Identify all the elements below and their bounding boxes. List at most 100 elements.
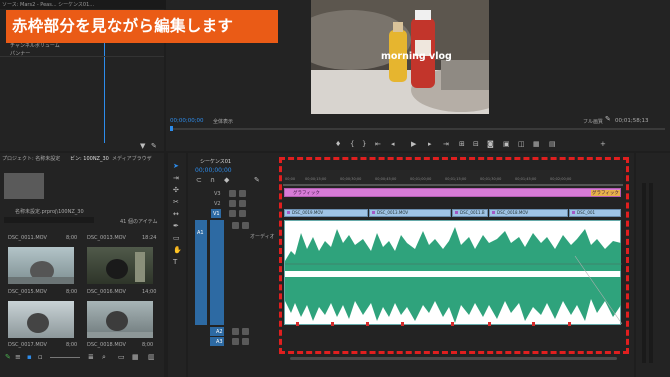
zoom-slider[interactable]: [50, 357, 80, 358]
selection-tool-icon[interactable]: ➤: [173, 163, 179, 170]
add-marker-icon[interactable]: ◆: [224, 177, 229, 184]
list-view-icon[interactable]: ≡: [15, 354, 21, 361]
linked-selection-icon[interactable]: ∩: [210, 177, 215, 184]
tab-bin[interactable]: ビン: 100NZ_30: [70, 155, 109, 162]
marker-icon[interactable]: ♦: [335, 141, 341, 148]
wrench-icon[interactable]: ✎: [151, 143, 157, 150]
search-icon[interactable]: ⌕: [102, 354, 106, 361]
wrench-icon[interactable]: ✎: [254, 177, 260, 184]
type-tool-icon[interactable]: T: [173, 259, 177, 266]
folder-icon[interactable]: ▭: [118, 354, 125, 361]
pencil-icon[interactable]: ✎: [5, 354, 11, 361]
list-item-name[interactable]: DSC_0016.MOV: [87, 289, 126, 295]
extract-icon[interactable]: ⊟: [473, 141, 479, 148]
project-toolbar: ✎ ≡ ▪ ▫ ≣ ⌕ ▭ ▦ ▥: [0, 353, 164, 363]
tools-panel: ➤ ⇥ ✣ ✂ ↔ ✒ ▭ ✋ T: [168, 153, 186, 377]
highlight-frame: [279, 157, 629, 354]
search-field[interactable]: [4, 217, 94, 223]
track-label[interactable]: V3: [214, 191, 221, 197]
lock-toggle[interactable]: [229, 200, 236, 207]
clip-thumbnail[interactable]: [87, 301, 153, 338]
list-item-duration: 8;00: [66, 342, 78, 348]
mute-toggle[interactable]: [232, 222, 239, 229]
solo-toggle[interactable]: [242, 328, 249, 335]
goto-in-icon[interactable]: ⇤: [375, 141, 381, 148]
source-row-volume: チャンネルボリューム: [10, 43, 60, 49]
solo-toggle[interactable]: [242, 222, 249, 229]
step-forward-icon[interactable]: ▸: [428, 141, 432, 148]
goto-out-icon[interactable]: ⇥: [443, 141, 449, 148]
track-select-icon[interactable]: ⇥: [173, 175, 179, 182]
track-label[interactable]: V1: [213, 211, 220, 217]
safe-margins-icon[interactable]: ▤: [549, 141, 556, 148]
eye-toggle[interactable]: [239, 190, 246, 197]
out-point-icon[interactable]: }: [362, 141, 366, 148]
track-label[interactable]: A3: [216, 339, 223, 345]
list-item-name[interactable]: DSC_0011.MOV: [8, 235, 47, 241]
trash-icon[interactable]: ▥: [148, 354, 155, 361]
kettle-image: [27, 313, 49, 333]
lock-toggle[interactable]: [229, 210, 236, 217]
track-label[interactable]: V2: [214, 201, 221, 207]
track-target-a1-label: [210, 220, 224, 325]
clip-thumbnail[interactable]: [87, 247, 153, 284]
transport-controls: ♦ { } ⇤ ◂ ▶ ▸ ⇥ ⊞ ⊟ ◙ ▣ ◫ ▦ ▤ +: [335, 141, 615, 149]
tab-media-browser[interactable]: メディアブラウザ: [112, 155, 152, 162]
play-icon[interactable]: ▶: [411, 141, 416, 148]
pen-tool-icon[interactable]: ✒: [173, 223, 179, 230]
clip-thumbnail[interactable]: [8, 247, 74, 284]
timeline-scrollbar[interactable]: [290, 357, 617, 360]
list-item-name[interactable]: DSC_0018.MOV: [87, 342, 126, 348]
tab-project[interactable]: プロジェクト: 名称未設定: [2, 155, 60, 162]
rectangle-tool-icon[interactable]: ▭: [173, 235, 180, 242]
icon-view-icon[interactable]: ▪: [27, 354, 32, 361]
ripple-edit-icon[interactable]: ✣: [173, 187, 179, 194]
hand-tool-icon[interactable]: ✋: [173, 247, 182, 254]
list-item-name[interactable]: DSC_0017.MOV: [8, 342, 47, 348]
source-tabs[interactable]: ソース: Mars2 - Peas... シーケンス01...: [2, 1, 94, 8]
list-item-name[interactable]: DSC_0013.MOV: [87, 235, 126, 241]
filter-icon[interactable]: ▼: [140, 143, 145, 150]
program-video-frame: morning vlog: [311, 0, 489, 114]
lift-icon[interactable]: ⊞: [459, 141, 465, 148]
timeline-tab[interactable]: シーケンス01: [200, 158, 231, 165]
add-button-icon[interactable]: +: [600, 141, 606, 148]
kettle-image: [8, 261, 74, 284]
new-item-icon[interactable]: ▦: [132, 354, 139, 361]
list-item-name[interactable]: DSC_0015.MOV: [8, 289, 47, 295]
solo-toggle[interactable]: [242, 338, 249, 345]
audio-track-label: オーディオ: [250, 234, 275, 240]
snap-icon[interactable]: ⊂: [196, 177, 202, 184]
eye-toggle[interactable]: [239, 210, 246, 217]
quality-dropdown[interactable]: フル画質: [583, 118, 603, 125]
proxy-icon[interactable]: ▦: [533, 141, 540, 148]
video-title-overlay: morning vlog: [381, 51, 452, 62]
meter-bar-left: [642, 183, 646, 363]
timeline-timecode[interactable]: 00;00;00;00: [195, 167, 232, 174]
instruction-banner: 赤枠部分を見ながら編集します: [6, 10, 278, 43]
track-label[interactable]: A1: [197, 230, 204, 236]
meter-bar-right: [649, 183, 653, 363]
program-timecode[interactable]: 00;00;00;00: [170, 118, 204, 124]
source-playhead: [104, 43, 105, 143]
track-label[interactable]: A2: [216, 329, 223, 335]
freeform-view-icon[interactable]: ▫: [38, 354, 43, 361]
comparison-icon[interactable]: ▣: [503, 141, 510, 148]
wrench-icon[interactable]: ✎: [605, 116, 611, 123]
lock-toggle[interactable]: [229, 190, 236, 197]
mute-toggle[interactable]: [232, 328, 239, 335]
sort-icon[interactable]: ≣: [88, 354, 94, 361]
step-back-icon[interactable]: ◂: [391, 141, 395, 148]
mute-toggle[interactable]: [232, 338, 239, 345]
program-playhead[interactable]: [170, 126, 173, 131]
in-point-icon[interactable]: {: [350, 141, 354, 148]
clip-thumbnail[interactable]: [8, 301, 74, 338]
razor-icon[interactable]: ✂: [173, 199, 179, 206]
fit-dropdown[interactable]: 全体表示: [213, 118, 233, 125]
eye-toggle[interactable]: [239, 200, 246, 207]
slip-tool-icon[interactable]: ↔: [173, 211, 179, 218]
bin-preview-thumb: [4, 173, 44, 199]
vr-icon[interactable]: ◫: [518, 141, 525, 148]
export-frame-icon[interactable]: ◙: [487, 141, 494, 148]
program-scrubbar[interactable]: [170, 128, 665, 130]
